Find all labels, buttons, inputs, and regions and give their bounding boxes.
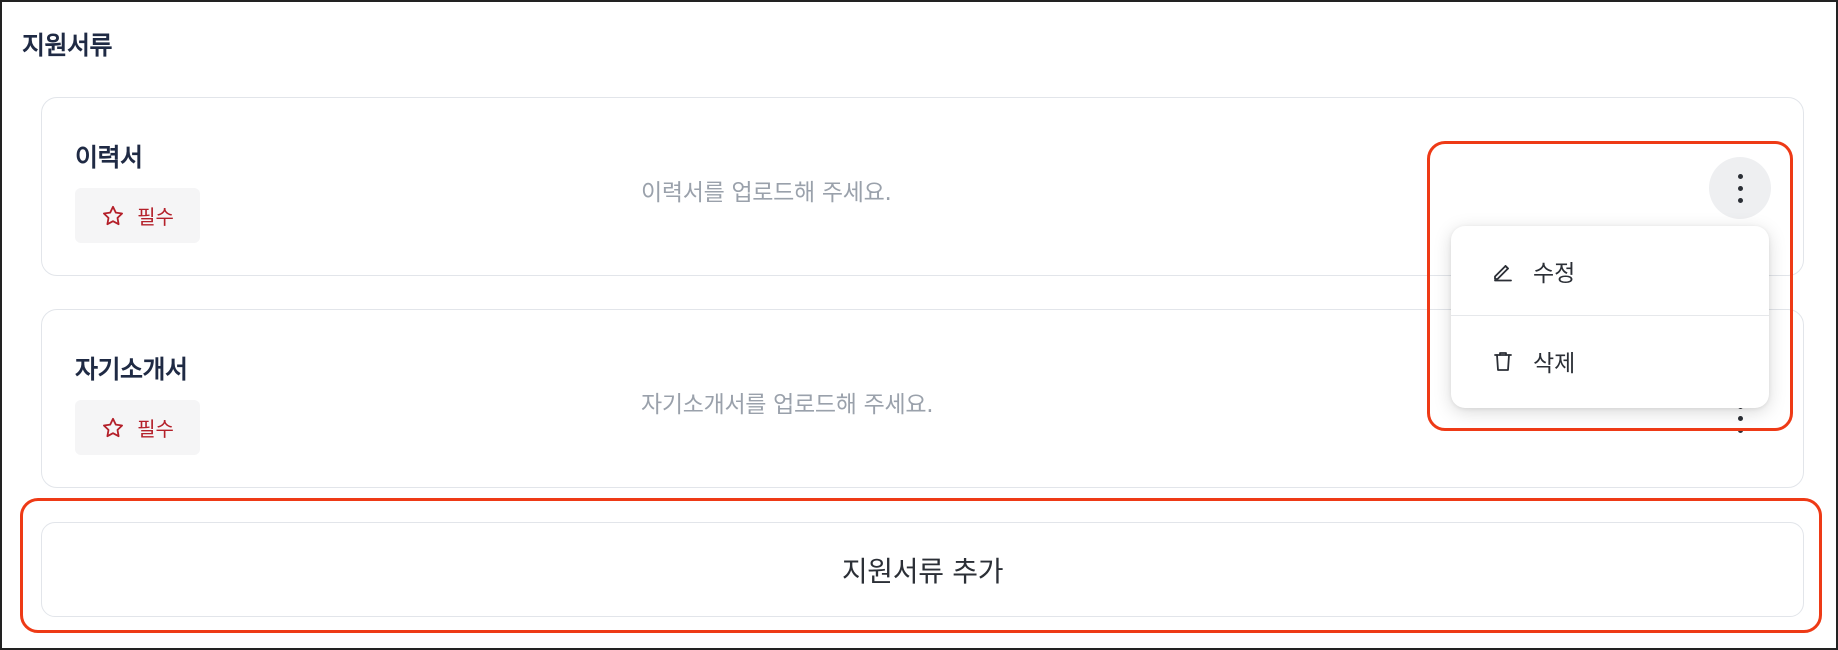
pencil-icon <box>1494 264 1512 281</box>
menu-item-edit[interactable]: 수정 <box>1451 226 1769 316</box>
application-documents-panel: 지원서류 이력서 필수 이력서를 업로드해 주세요. 자기소개서 필수 자기소개… <box>0 0 1838 650</box>
star-icon <box>103 417 124 437</box>
upload-hint[interactable]: 이력서를 업로드해 주세요. <box>641 173 892 207</box>
required-badge: 필수 <box>75 400 200 455</box>
star-icon <box>103 205 124 225</box>
menu-item-label: 수정 <box>1533 260 1576 287</box>
options-menu: 수정 삭제 <box>1451 226 1769 408</box>
menu-item-delete[interactable]: 삭제 <box>1451 316 1769 406</box>
more-options-button[interactable] <box>1709 157 1771 219</box>
required-badge: 필수 <box>75 188 200 243</box>
more-vertical-icon <box>1737 173 1743 203</box>
upload-hint[interactable]: 자기소개서를 업로드해 주세요. <box>641 385 934 419</box>
section-title: 지원서류 <box>22 31 113 60</box>
document-name: 이력서 <box>75 143 143 172</box>
required-label: 필수 <box>137 417 174 441</box>
add-document-button[interactable]: 지원서류 추가 <box>41 522 1804 617</box>
document-name: 자기소개서 <box>75 355 188 384</box>
menu-item-label: 삭제 <box>1533 351 1576 377</box>
trash-icon <box>1494 352 1512 371</box>
required-label: 필수 <box>137 205 174 229</box>
